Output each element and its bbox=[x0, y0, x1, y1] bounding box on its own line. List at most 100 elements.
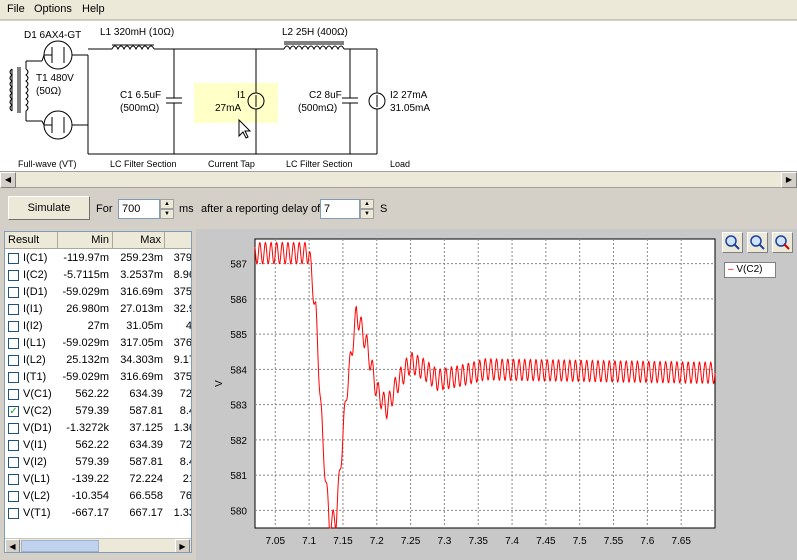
header-max[interactable]: Max bbox=[113, 232, 165, 249]
table-row[interactable]: I(T1) -59.029m 316.69m 375. bbox=[5, 369, 191, 386]
row-checkbox[interactable] bbox=[8, 440, 19, 451]
results-scroll-left[interactable]: ◀ bbox=[5, 539, 20, 552]
table-row[interactable]: I(I1) 26.980m 27.013m 32.9 bbox=[5, 301, 191, 318]
row-extra: 76. bbox=[179, 490, 192, 502]
table-row[interactable]: V(T1) -667.17 667.17 1.33 bbox=[5, 505, 191, 522]
row-checkbox[interactable]: ✓ bbox=[8, 406, 19, 417]
row-checkbox[interactable] bbox=[8, 423, 19, 434]
plot-area bbox=[254, 238, 716, 529]
table-row[interactable]: I(L1) -59.029m 317.05m 376. bbox=[5, 335, 191, 352]
row-max: 259.23m bbox=[120, 252, 163, 264]
x-tick-label: 7.15 bbox=[333, 536, 353, 547]
row-extra: 379. bbox=[173, 252, 192, 264]
row-name: V(D1) bbox=[23, 422, 52, 434]
ms-label: ms bbox=[179, 203, 194, 215]
row-checkbox[interactable] bbox=[8, 389, 19, 400]
caption-load: Load bbox=[390, 159, 411, 169]
table-row[interactable]: I(L2) 25.132m 34.303m 9.17 bbox=[5, 352, 191, 369]
scroll-right-button[interactable]: ▶ bbox=[781, 172, 797, 188]
row-min: 579.39 bbox=[75, 405, 109, 417]
results-header: Result Min Max bbox=[5, 232, 191, 249]
legend-series-name: V(C2) bbox=[736, 264, 763, 275]
table-row[interactable]: V(L2) -10.354 66.558 76. bbox=[5, 488, 192, 505]
row-checkbox[interactable] bbox=[8, 355, 19, 366]
row-max: 3.2537m bbox=[120, 269, 163, 281]
row-max: 634.39 bbox=[129, 388, 163, 400]
row-max: 27.013m bbox=[120, 303, 163, 315]
table-row[interactable]: V(D1) -1.3272k 37.125 1.36 bbox=[5, 420, 191, 437]
row-checkbox[interactable] bbox=[8, 338, 19, 349]
row-name: I(I2) bbox=[23, 320, 43, 332]
y-tick-label: 581 bbox=[230, 471, 247, 482]
row-name: V(I1) bbox=[23, 439, 47, 451]
label-c2: C2 8uF bbox=[309, 90, 342, 101]
menu-help[interactable]: Help bbox=[80, 3, 107, 15]
zoom-in-icon[interactable] bbox=[722, 232, 743, 253]
row-max: 66.558 bbox=[129, 490, 163, 502]
table-row[interactable]: I(C2) -5.7115m 3.2537m 8.96 bbox=[5, 267, 191, 284]
duration-spinner[interactable]: ▲ ▼ bbox=[160, 199, 174, 219]
row-min: 27m bbox=[87, 320, 109, 332]
header-extra[interactable] bbox=[165, 232, 191, 249]
results-scroll-right[interactable]: ▶ bbox=[175, 539, 190, 552]
scroll-left-button[interactable]: ◀ bbox=[0, 172, 16, 188]
y-tick-label: 585 bbox=[230, 330, 247, 341]
menu-bar: File Options Help bbox=[0, 0, 797, 20]
simulate-button[interactable]: Simulate bbox=[8, 196, 90, 220]
row-name: V(T1) bbox=[23, 507, 51, 519]
voltage-chart[interactable]: 7.05 7.1 7.15 7.2 7.25 7.3 7.35 7.4 7.45 7.5 7.55 7… bbox=[196, 229, 797, 560]
results-table: Result Min Max I(C1)-119.97m259.23m379.I… bbox=[4, 231, 192, 553]
header-min[interactable]: Min bbox=[58, 232, 113, 249]
results-scroll-thumb[interactable] bbox=[21, 540, 99, 552]
row-min: 562.22 bbox=[75, 439, 109, 451]
row-min: -667.17 bbox=[71, 507, 109, 519]
table-row[interactable]: V(L1) -139.22 72.224 21 bbox=[5, 471, 191, 488]
row-checkbox[interactable] bbox=[8, 321, 19, 332]
x-tick-label: 7.2 bbox=[370, 536, 384, 547]
delay-spinner[interactable]: ▲ ▼ bbox=[360, 199, 374, 219]
row-checkbox[interactable] bbox=[8, 508, 19, 519]
table-row[interactable]: I(D1) -59.029m 316.69m 375. bbox=[5, 284, 192, 301]
menu-file[interactable]: File bbox=[5, 3, 27, 15]
row-min: 562.22 bbox=[75, 388, 109, 400]
row-checkbox[interactable] bbox=[8, 270, 19, 281]
table-row[interactable]: V(C1) 562.22 634.39 72. bbox=[5, 386, 191, 403]
row-name: I(D1) bbox=[23, 286, 48, 298]
delay-input[interactable] bbox=[320, 199, 360, 219]
table-row[interactable]: I(C1) -119.97m 259.23m 379. bbox=[5, 250, 192, 267]
results-scrollbar[interactable]: ◀ ▶ bbox=[5, 538, 191, 552]
menu-options[interactable]: Options bbox=[32, 3, 74, 15]
row-max: 34.303m bbox=[120, 354, 163, 366]
label-d1: D1 6AX4-GT bbox=[24, 30, 82, 41]
table-row[interactable]: I(I2) 27m 31.05m 4. bbox=[5, 318, 191, 335]
y-tick-label: 582 bbox=[230, 436, 247, 447]
header-result[interactable]: Result bbox=[5, 232, 58, 249]
row-checkbox[interactable] bbox=[8, 304, 19, 315]
row-checkbox[interactable] bbox=[8, 491, 19, 502]
table-row[interactable]: V(I2) 579.39 587.81 8.4 bbox=[5, 454, 191, 471]
label-i2: I2 27mA bbox=[390, 90, 428, 101]
row-extra: 375. bbox=[173, 286, 192, 298]
row-name: I(I1) bbox=[23, 303, 43, 315]
row-checkbox[interactable] bbox=[8, 372, 19, 383]
zoom-reset-icon[interactable] bbox=[772, 232, 793, 253]
table-row[interactable]: V(I1) 562.22 634.39 72. bbox=[5, 437, 191, 454]
zoom-out-icon[interactable] bbox=[747, 232, 768, 253]
row-checkbox[interactable] bbox=[8, 457, 19, 468]
row-max: 316.69m bbox=[120, 286, 163, 298]
x-tick-label: 7.35 bbox=[469, 536, 489, 547]
label-c2-resistance: (500mΩ) bbox=[298, 103, 338, 114]
duration-input[interactable] bbox=[118, 199, 160, 219]
table-row[interactable]: ✓ V(C2) 579.39 587.81 8.4 bbox=[5, 403, 191, 420]
row-extra: 21 bbox=[182, 473, 191, 485]
y-tick-label: 580 bbox=[230, 506, 247, 517]
row-checkbox[interactable] bbox=[8, 287, 19, 298]
row-name: I(L1) bbox=[23, 337, 46, 349]
row-checkbox[interactable] bbox=[8, 474, 19, 485]
x-tick-label: 7.05 bbox=[266, 536, 286, 547]
y-tick-label: 586 bbox=[230, 295, 247, 306]
schematic-scrollbar[interactable]: ◀ ▶ bbox=[0, 172, 797, 188]
y-tick-label: 584 bbox=[230, 365, 247, 376]
row-checkbox[interactable] bbox=[8, 253, 19, 264]
row-name: V(C2) bbox=[23, 405, 52, 417]
